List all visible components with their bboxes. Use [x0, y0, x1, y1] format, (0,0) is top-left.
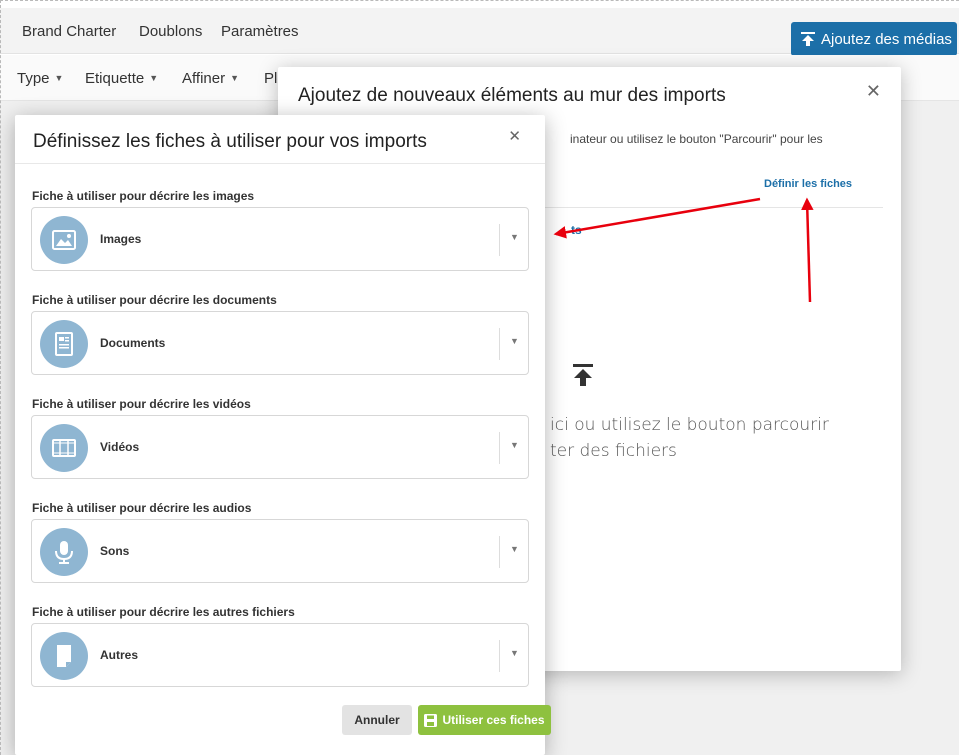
field-label-documents: Fiche à utiliser pour décrire les docume…	[32, 293, 277, 307]
add-media-label: Ajoutez des médias	[821, 30, 952, 48]
caret-down-icon[interactable]: ▼	[510, 648, 519, 658]
field-label-videos: Fiche à utiliser pour décrire les vidéos	[32, 397, 251, 411]
filter-affiner-label: Affiner	[182, 70, 226, 87]
divider	[499, 328, 500, 360]
select-videos[interactable]: Vidéos ▼	[31, 415, 529, 479]
divider	[538, 207, 883, 208]
caret-down-icon[interactable]: ▼	[510, 232, 519, 242]
define-sheets-title: Définissez les fiches à utiliser pour vo…	[33, 131, 427, 152]
divider	[499, 224, 500, 256]
close-icon[interactable]: ✕	[866, 81, 881, 102]
use-sheets-button[interactable]: Utiliser ces fiches	[418, 705, 551, 735]
select-value: Documents	[100, 336, 166, 350]
upload-modal-title: Ajoutez de nouveaux éléments au mur des …	[298, 85, 726, 106]
cancel-button[interactable]: Annuler	[342, 705, 412, 735]
nav-parametres[interactable]: Paramètres	[221, 23, 299, 40]
caret-down-icon: ▼	[230, 73, 240, 83]
caret-down-icon: ▼	[149, 73, 159, 83]
filter-etiquette-label: Etiquette	[85, 70, 145, 87]
field-label-images: Fiche à utiliser pour décrire les images	[32, 189, 255, 203]
caret-down-icon[interactable]: ▼	[510, 440, 519, 450]
nav-brand-charter[interactable]: Brand Charter	[22, 23, 116, 40]
upload-intro-text: inateur ou utilisez le bouton "Parcourir…	[570, 132, 823, 146]
filter-etiquette[interactable]: Etiquette ▼	[85, 70, 158, 87]
define-sheets-modal: Définissez les fiches à utiliser pour vo…	[15, 115, 551, 755]
select-value: Images	[100, 232, 142, 246]
film-icon	[40, 424, 88, 472]
upload-icon	[573, 364, 593, 386]
select-value: Autres	[100, 648, 139, 662]
drop-zone-text-2: ter des fichiers	[550, 441, 677, 461]
divider	[499, 640, 500, 672]
field-label-audios: Fiche à utiliser pour décrire les audios	[32, 501, 252, 515]
select-value: Vidéos	[100, 440, 140, 454]
caret-down-icon[interactable]: ▼	[510, 336, 519, 346]
add-media-button[interactable]: Ajoutez des médias	[791, 22, 957, 56]
select-value: Sons	[100, 544, 130, 558]
drop-zone-text: ici ou utilisez le bouton parcourir	[550, 415, 829, 435]
caret-down-icon[interactable]: ▼	[510, 544, 519, 554]
filter-type-label: Type	[17, 70, 50, 87]
use-sheets-label: Utiliser ces fiches	[442, 713, 545, 727]
tab-fragment[interactable]: ts	[571, 223, 582, 237]
upload-icon	[801, 32, 815, 46]
field-label-others: Fiche à utiliser pour décrire les autres…	[32, 605, 295, 619]
nav-doublons[interactable]: Doublons	[139, 23, 202, 40]
select-images[interactable]: Images ▼	[31, 207, 529, 271]
define-sheets-link[interactable]: Définir les fiches	[764, 178, 852, 190]
filter-type[interactable]: Type ▼	[17, 70, 63, 87]
select-others[interactable]: Autres ▼	[31, 623, 529, 687]
select-documents[interactable]: Documents ▼	[31, 311, 529, 375]
caret-down-icon: ▼	[54, 73, 64, 83]
filter-pl[interactable]: Pl	[264, 70, 277, 87]
select-audios[interactable]: Sons ▼	[31, 519, 529, 583]
file-icon	[40, 632, 88, 680]
document-icon	[40, 320, 88, 368]
save-icon	[424, 713, 438, 727]
image-icon	[40, 216, 88, 264]
top-nav-bar: Brand Charter Doublons Paramètres Ajoute…	[0, 8, 959, 56]
divider	[15, 163, 545, 164]
divider	[499, 432, 500, 464]
divider	[499, 536, 500, 568]
close-icon[interactable]: ✕	[508, 127, 521, 145]
microphone-icon	[40, 528, 88, 576]
filter-affiner[interactable]: Affiner ▼	[182, 70, 239, 87]
